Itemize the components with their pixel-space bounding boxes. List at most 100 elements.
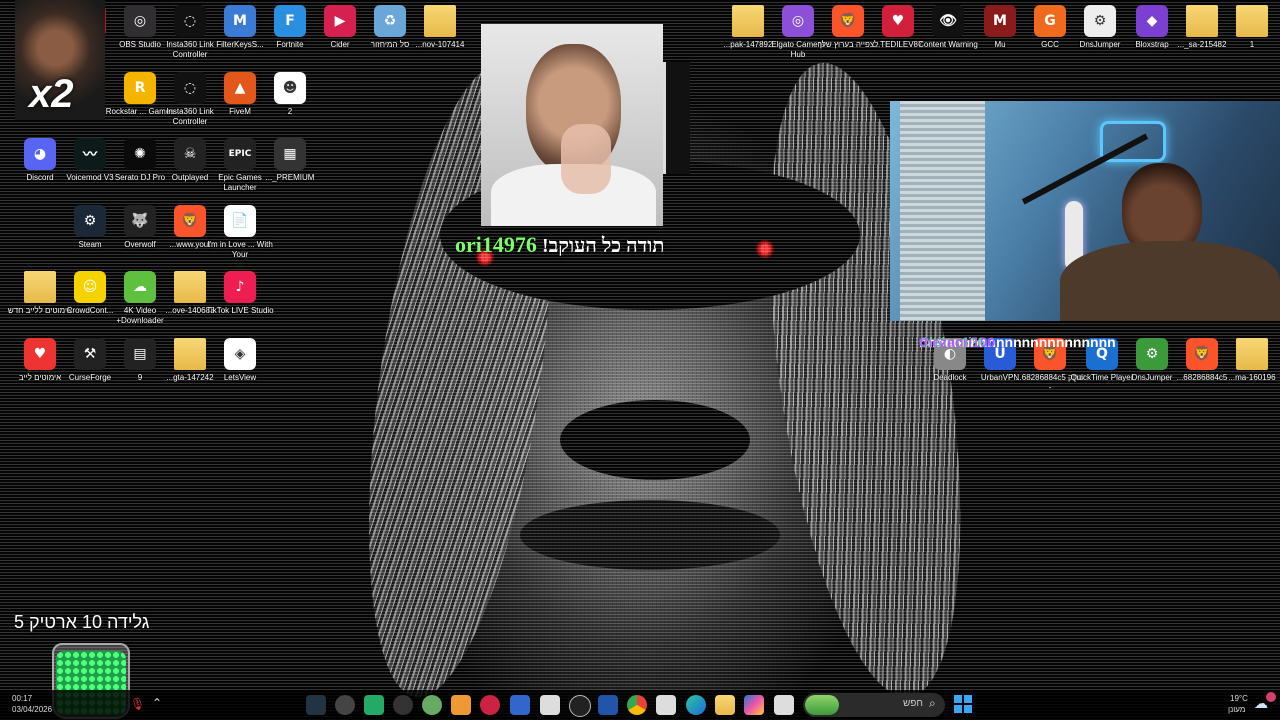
app-icon: ♪ xyxy=(224,271,256,303)
app-icon: 🦁 xyxy=(832,5,864,37)
app-icon xyxy=(174,338,206,370)
app-icon: ◕ xyxy=(24,138,56,170)
app-icon xyxy=(424,5,456,37)
weather-badge xyxy=(805,695,839,715)
window-blinds xyxy=(900,101,985,321)
app-icon xyxy=(24,271,56,303)
follow-text: !תודה כל העוקב xyxy=(541,235,665,257)
taskbar-app[interactable] xyxy=(540,695,560,715)
store-icon[interactable] xyxy=(656,695,676,715)
desktop-icon[interactable]: ☻ 2 xyxy=(255,72,325,117)
desktop-icon[interactable]: 1 xyxy=(1217,5,1280,50)
clip-cup xyxy=(561,124,611,194)
desktop-icon[interactable]: ...nov-107414 xyxy=(405,5,475,50)
app-icon: ◈ xyxy=(224,338,256,370)
app-icon: ▲ xyxy=(224,72,256,104)
weather-label[interactable]: מעונן xyxy=(1228,705,1245,714)
follow-user: ori14976 xyxy=(455,232,537,257)
desktop-icon[interactable]: ▦ ..._PREMIUM xyxy=(255,138,325,183)
taskbar: 00:17 03/04/2026 🎙 ⌃ חפש ⌕ 19°C מעונן ☁ xyxy=(0,690,1280,720)
app-icon: ☺ xyxy=(74,271,106,303)
taskbar-app[interactable] xyxy=(569,695,591,717)
main-webcam xyxy=(890,101,1280,321)
app-icon: EPIC xyxy=(224,138,256,170)
taskbar-app[interactable] xyxy=(335,695,355,715)
app-icon: ◌ xyxy=(174,72,206,104)
copilot-icon[interactable] xyxy=(744,695,764,715)
app-icon xyxy=(1186,5,1218,37)
desktop-icon-label: ...nov-107414 xyxy=(415,40,465,49)
app-icon: F xyxy=(274,5,306,37)
app-icon: ♥ xyxy=(882,5,914,37)
search-icon: ⌕ xyxy=(929,696,936,710)
desktop-icon[interactable]: 📄 I'm in Love ... With Your xyxy=(205,205,275,260)
app-icon: ☁ xyxy=(124,271,156,303)
app-icon: ◎ xyxy=(782,5,814,37)
app-icon: ♥ xyxy=(24,338,56,370)
app-icon: 🐺 xyxy=(124,205,156,237)
taskbar-app[interactable] xyxy=(364,695,384,715)
taskbar-app[interactable] xyxy=(393,695,413,715)
taskbar-app[interactable] xyxy=(598,695,618,715)
app-icon: M xyxy=(984,5,1016,37)
chevron-up-icon[interactable]: ⌃ xyxy=(152,696,162,710)
task-view-icon[interactable] xyxy=(774,695,794,715)
app-icon: ⚙ xyxy=(1084,5,1116,37)
app-icon: R xyxy=(124,72,156,104)
mic-icon[interactable]: 🎙 xyxy=(130,697,145,711)
follow-alert: ori14976 !תודה כל העוקב xyxy=(455,232,695,262)
desktop-icon-label: LetsView xyxy=(223,373,257,382)
taskbar-app[interactable] xyxy=(480,695,500,715)
taskbar-app[interactable] xyxy=(422,695,442,715)
desktop-icon-label: 1 xyxy=(1249,40,1255,49)
taskbar-app[interactable] xyxy=(510,695,530,715)
goal-text: גלידה 10 ארטיק 5 xyxy=(14,612,150,632)
desktop-icon-label: 2 xyxy=(287,107,293,116)
app-icon: ✺ xyxy=(124,138,156,170)
app-icon: 👁 xyxy=(932,5,964,37)
edge-icon[interactable] xyxy=(686,695,706,715)
video-clip-frame xyxy=(663,62,690,174)
multiplier-badge: x2 xyxy=(29,72,74,116)
app-icon: G xyxy=(1034,5,1066,37)
app-icon: ◌ xyxy=(174,5,206,37)
app-icon: ◆ xyxy=(1136,5,1168,37)
app-icon: ◎ xyxy=(124,5,156,37)
small-webcam: x2 xyxy=(15,0,105,120)
desktop-icon[interactable]: ♪ TikTok LIVE Studio xyxy=(205,271,275,316)
desktop-icon-label: ..._PREMIUM xyxy=(265,173,315,182)
weather-temp[interactable]: 19°C xyxy=(1230,694,1248,703)
desktop-icon[interactable]: ◈ LetsView xyxy=(205,338,275,383)
app-icon: 📄 xyxy=(224,205,256,237)
app-icon: M xyxy=(224,5,256,37)
app-icon xyxy=(1236,5,1268,37)
clock-date[interactable]: 03/04/2026 xyxy=(12,705,52,714)
notification-badge[interactable] xyxy=(1266,692,1276,702)
app-icon: 🦁 xyxy=(174,205,206,237)
taskbar-app[interactable] xyxy=(306,695,326,715)
app-icon: ▤ xyxy=(124,338,156,370)
chrome-icon[interactable] xyxy=(627,695,647,715)
streamer-body xyxy=(1060,241,1280,321)
taskbar-app[interactable] xyxy=(451,695,471,715)
chat-username: thezacri100 xyxy=(919,334,996,350)
clock-time[interactable]: 00:17 xyxy=(12,694,32,703)
app-icon: ☻ xyxy=(274,72,306,104)
search-box[interactable]: חפש ⌕ xyxy=(803,693,945,717)
app-icon: 〰 xyxy=(74,138,106,170)
app-icon xyxy=(732,5,764,37)
app-icon: ▦ xyxy=(274,138,306,170)
app-icon: ⚒ xyxy=(74,338,106,370)
search-placeholder: חפש xyxy=(903,698,923,709)
app-icon: ☠ xyxy=(174,138,206,170)
start-button[interactable] xyxy=(954,695,972,713)
video-clip xyxy=(481,24,663,226)
desktop-icon-label: I'm in Love ... With Your xyxy=(207,240,273,259)
app-icon xyxy=(174,271,206,303)
file-explorer-icon[interactable] xyxy=(715,695,735,715)
chat-box: Chilos126 nnnnnnnnnnnnnnnnnnnnnnn thezac… xyxy=(919,334,1279,378)
app-icon: ⚙ xyxy=(74,205,106,237)
app-icon: ▶ xyxy=(324,5,356,37)
app-icon: ♻ xyxy=(374,5,406,37)
desktop-icon-label: TikTok LIVE Studio xyxy=(206,306,274,315)
